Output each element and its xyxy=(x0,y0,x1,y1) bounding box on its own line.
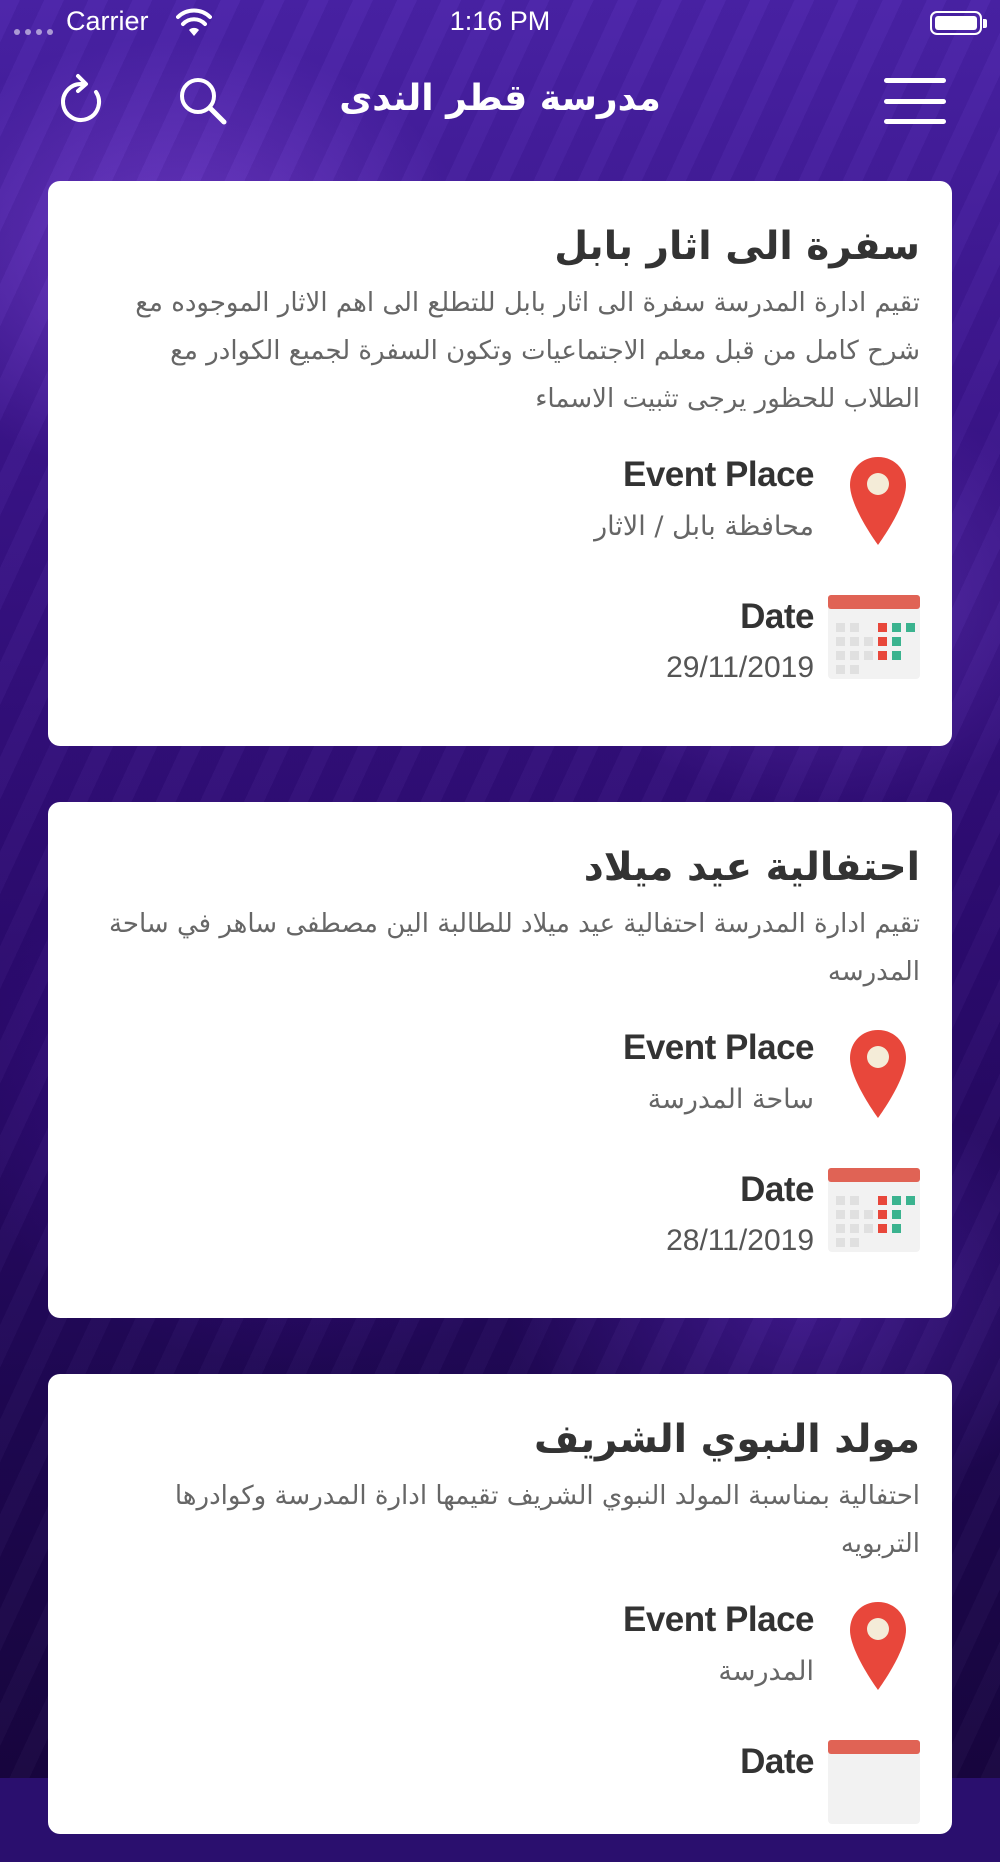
event-place-row: Event Place ساحة المدرسة xyxy=(88,1010,920,1140)
event-place-value: ساحة المدرسة xyxy=(647,1084,814,1115)
status-bar: Carrier 1:16 PM xyxy=(0,0,1000,48)
event-description: تقيم ادارة المدرسة سفرة الى اثار بابل لل… xyxy=(135,288,920,414)
event-description: تقيم ادارة المدرسة احتفالية عيد ميلاد لل… xyxy=(108,909,920,987)
battery-icon xyxy=(930,11,987,35)
event-description: احتفالية بمناسبة المولد النبوي الشريف تق… xyxy=(174,1481,920,1559)
clock: 1:16 PM xyxy=(449,6,551,36)
event-place-value: المدرسة xyxy=(718,1656,814,1687)
calendar-icon xyxy=(828,595,920,679)
event-date-value: 28/11/2019 xyxy=(666,1224,814,1257)
event-place-label: Event Place xyxy=(623,455,815,494)
event-card[interactable]: احتفالية عيد ميلاد تقيم ادارة المدرسة اح… xyxy=(48,802,952,1318)
event-date-label: Date xyxy=(740,1742,814,1781)
event-place-row: Event Place محافظة بابل / الاثار xyxy=(88,437,920,567)
location-pin-icon xyxy=(850,1030,906,1118)
calendar-icon xyxy=(828,1740,920,1824)
event-title: سفرة الى اثار بابل xyxy=(554,224,920,269)
event-date-value: 29/11/2019 xyxy=(666,651,814,684)
menu-icon[interactable] xyxy=(884,78,946,124)
event-place-row: Event Place المدرسة xyxy=(88,1582,920,1712)
event-date-row: Date 28/11/2019 xyxy=(88,1160,920,1290)
location-pin-icon xyxy=(850,457,906,545)
event-card[interactable]: سفرة الى اثار بابل تقيم ادارة المدرسة سف… xyxy=(48,181,952,746)
search-icon[interactable] xyxy=(176,74,230,128)
refresh-icon[interactable] xyxy=(56,70,108,128)
event-title: احتفالية عيد ميلاد xyxy=(583,845,920,890)
event-place-label: Event Place xyxy=(623,1600,815,1639)
event-date-label: Date xyxy=(740,1170,814,1209)
event-title: مولد النبوي الشريف xyxy=(533,1417,920,1462)
calendar-icon xyxy=(828,1168,920,1252)
event-date-row: Date xyxy=(88,1732,920,1862)
page-title: مدرسة قطر الندى xyxy=(339,78,661,119)
navigation-bar: مدرسة قطر الندى xyxy=(0,60,1000,142)
location-pin-icon xyxy=(850,1602,906,1690)
event-date-row: Date 29/11/2019 xyxy=(88,587,920,717)
event-place-value: محافظة بابل / الاثار xyxy=(594,511,814,542)
event-place-label: Event Place xyxy=(623,1028,815,1067)
event-card[interactable]: مولد النبوي الشريف احتفالية بمناسبة المو… xyxy=(48,1374,952,1834)
event-date-label: Date xyxy=(740,597,814,636)
